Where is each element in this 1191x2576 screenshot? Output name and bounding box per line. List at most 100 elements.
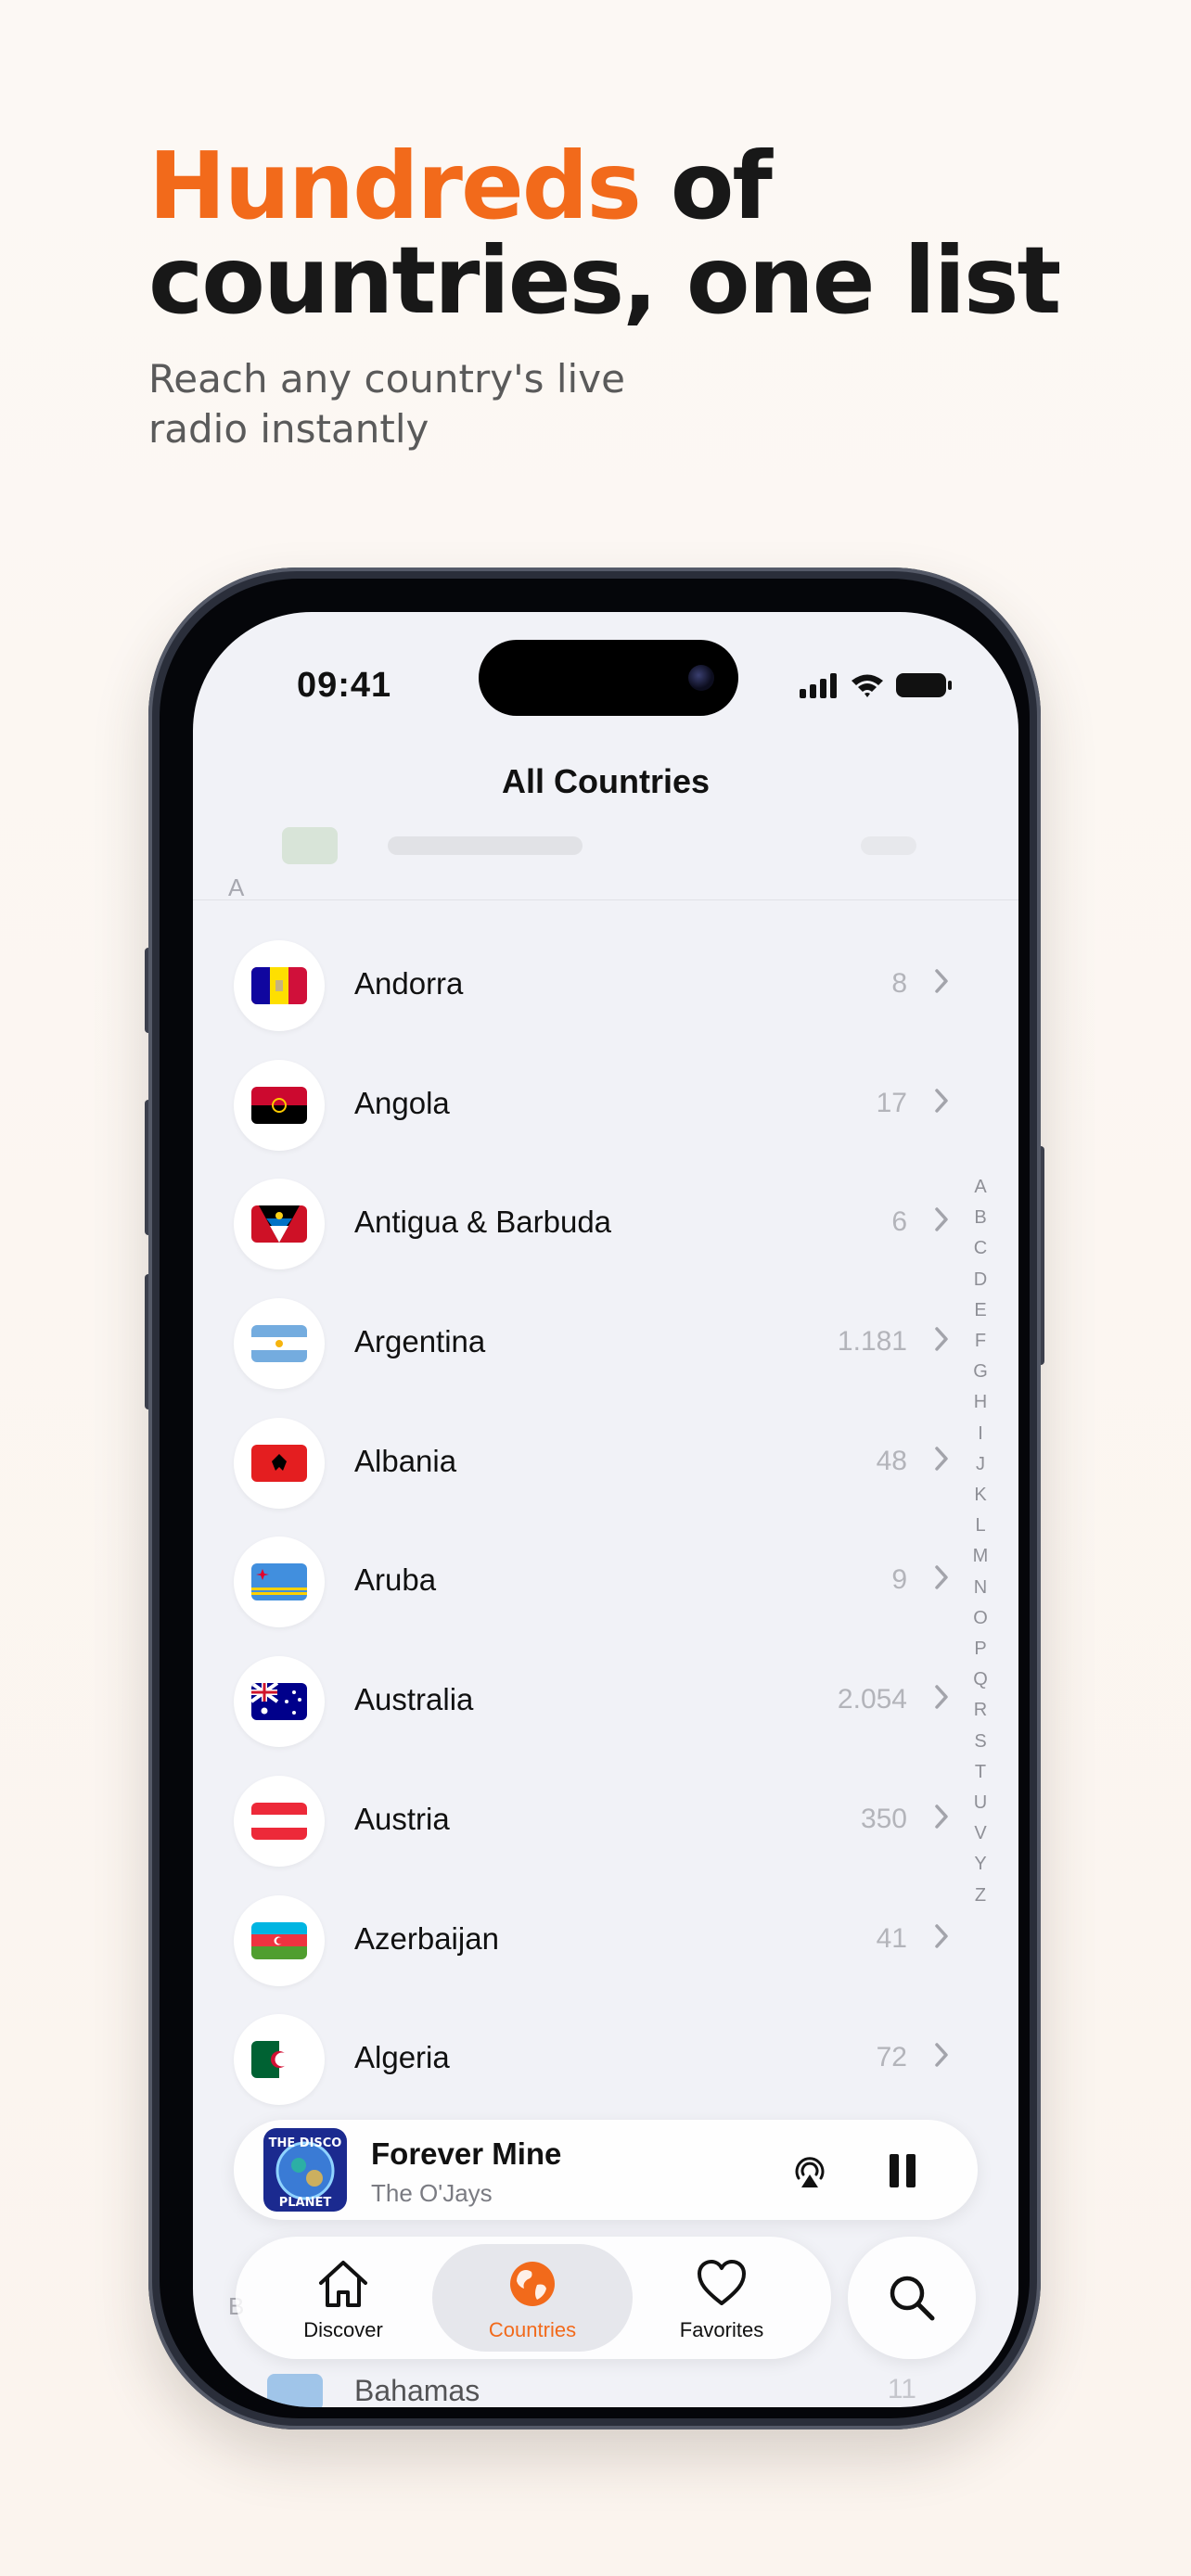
bahamas-flag-icon — [267, 2374, 323, 2407]
subhead-line2: radio instantly — [148, 406, 429, 452]
chevron-right-icon — [935, 2043, 948, 2067]
country-name: Angola — [354, 1085, 450, 1120]
country-row[interactable]: Australia 2.054 — [193, 1641, 1018, 1761]
index-letter[interactable]: S — [974, 1727, 986, 1757]
artwork-text-top: THE DISCO — [269, 2136, 342, 2150]
index-letter[interactable]: V — [974, 1818, 986, 1849]
station-count: 1.181 — [837, 1326, 907, 1358]
status-icons — [800, 671, 954, 699]
track-artist: The O'Jays — [371, 2179, 493, 2207]
flag-badge — [234, 1417, 325, 1509]
ghost-flag — [282, 827, 338, 864]
index-letter[interactable]: E — [974, 1295, 986, 1326]
flag-badge — [234, 940, 325, 1031]
index-letter[interactable]: C — [974, 1233, 987, 1264]
tab-countries[interactable]: Countries — [432, 2244, 633, 2352]
index-letter[interactable]: B — [974, 1203, 986, 1233]
tab-discover[interactable]: Discover — [243, 2244, 443, 2352]
index-letter[interactable]: J — [976, 1449, 985, 1480]
flag-badge — [234, 1059, 325, 1151]
station-count: 9 — [891, 1564, 907, 1596]
search-button[interactable] — [848, 2237, 976, 2359]
scrolled-ghost-row — [249, 827, 972, 864]
station-count: 8 — [891, 968, 907, 999]
flag-badge — [234, 1298, 325, 1390]
index-letter[interactable]: L — [975, 1511, 985, 1541]
section-header-a: A — [228, 874, 245, 901]
index-letter[interactable]: P — [974, 1634, 986, 1664]
index-letter[interactable]: K — [974, 1480, 986, 1511]
argentina-flag-icon — [251, 1325, 307, 1363]
country-row[interactable]: Argentina 1.181 — [193, 1283, 1018, 1403]
country-name: Argentina — [354, 1324, 486, 1359]
country-row[interactable]: Albania 48 — [193, 1403, 1018, 1523]
artwork-text-bottom: PLANET — [279, 2196, 332, 2210]
station-count: 41 — [876, 1922, 907, 1954]
algeria-flag-icon — [251, 2041, 307, 2079]
country-row[interactable]: Angola 17 — [193, 1045, 1018, 1165]
ghost-count — [861, 836, 916, 855]
index-letter[interactable]: T — [975, 1757, 986, 1788]
country-name: Bahamas — [354, 2374, 480, 2407]
index-letter[interactable]: N — [974, 1573, 987, 1603]
country-row[interactable]: Azerbaijan 41 — [193, 1881, 1018, 2000]
chevron-right-icon — [935, 1327, 948, 1351]
station-count: 11 — [887, 2374, 916, 2404]
country-name: Austria — [354, 1801, 450, 1836]
andorra-flag-icon — [251, 967, 307, 1004]
tab-label: Countries — [488, 2318, 577, 2341]
pause-button[interactable] — [877, 2146, 928, 2196]
page-title: All Countries — [501, 762, 710, 800]
country-row[interactable]: Algeria 72 — [193, 1999, 1018, 2119]
airplay-button[interactable] — [785, 2146, 835, 2196]
dynamic-island — [479, 640, 738, 716]
flag-badge — [234, 2014, 325, 2106]
station-count: 6 — [891, 1206, 907, 1238]
search-icon — [890, 2276, 935, 2321]
index-letter[interactable]: Z — [975, 1881, 986, 1911]
index-letter[interactable]: H — [974, 1387, 987, 1418]
index-letter[interactable]: D — [974, 1265, 987, 1295]
antigua-barbuda-flag-icon — [251, 1205, 307, 1243]
index-letter[interactable]: Q — [973, 1664, 988, 1695]
chevron-right-icon — [935, 1804, 948, 1829]
index-letter[interactable]: O — [973, 1603, 988, 1634]
globe-icon — [510, 2262, 555, 2306]
index-letter[interactable]: F — [975, 1326, 986, 1357]
app-screen: 09:41 All Countries A Andorra 8 Angola 1… — [193, 612, 1018, 2407]
chevron-right-icon — [935, 1685, 948, 1709]
country-row[interactable]: Aruba 9 — [193, 1522, 1018, 1641]
country-row[interactable]: Andorra 8 — [193, 925, 1018, 1045]
battery-icon — [896, 673, 952, 697]
country-row[interactable]: Antigua & Barbuda 6 — [193, 1164, 1018, 1283]
heart-icon — [698, 2260, 746, 2305]
azerbaijan-flag-icon — [251, 1921, 307, 1959]
country-row[interactable]: Austria 350 — [193, 1761, 1018, 1881]
peeking-row[interactable]: Bahamas 11 — [230, 2374, 972, 2407]
index-letter[interactable]: Y — [974, 1849, 986, 1880]
index-letter[interactable]: G — [973, 1357, 988, 1387]
index-letter[interactable]: M — [973, 1541, 989, 1572]
chevron-right-icon — [935, 1088, 948, 1113]
austria-flag-icon — [251, 1802, 307, 1840]
ghost-text — [388, 836, 583, 855]
chevron-right-icon — [935, 969, 948, 993]
phone-mockup: 09:41 All Countries A Andorra 8 Angola 1… — [148, 567, 1041, 2429]
country-name: Albania — [354, 1443, 457, 1478]
index-letter[interactable]: A — [974, 1172, 986, 1203]
country-name: Australia — [354, 1682, 474, 1717]
index-letter[interactable]: R — [974, 1695, 987, 1726]
alphabet-index[interactable]: A B C D E F G H I J K L M N O P Q R S T — [967, 1172, 994, 1911]
pause-icon — [890, 2154, 916, 2187]
chevron-right-icon — [935, 1207, 948, 1232]
tab-favorites[interactable]: Favorites — [621, 2244, 822, 2352]
wifi-icon — [852, 674, 883, 697]
index-letter[interactable]: U — [974, 1788, 987, 1818]
signal-icon — [800, 673, 837, 698]
nav-divider — [193, 899, 1018, 900]
status-time: 09:41 — [297, 666, 392, 705]
mini-player[interactable]: THE DISCO PLANET Forever Mine The O'Jays — [234, 2120, 978, 2220]
albania-flag-icon — [251, 1444, 307, 1482]
subhead-line1: Reach any country's live — [148, 356, 625, 402]
index-letter[interactable]: I — [978, 1419, 983, 1449]
